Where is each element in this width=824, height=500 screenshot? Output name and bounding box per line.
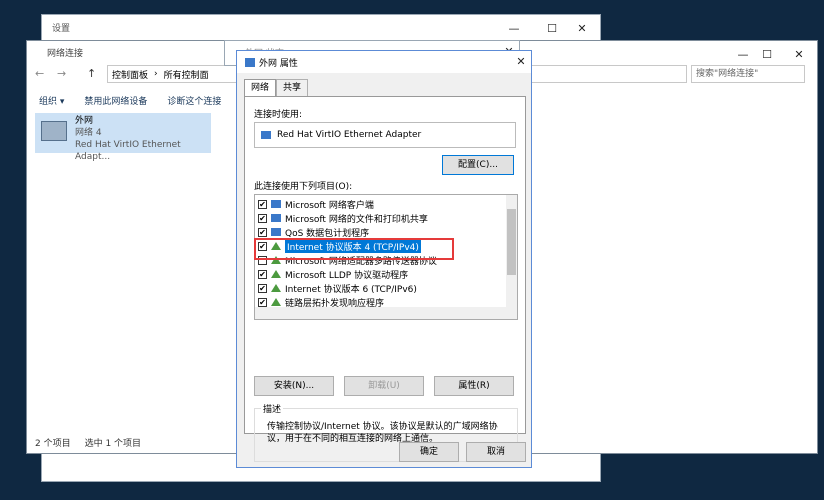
scrollbar-thumb[interactable] xyxy=(507,209,516,275)
client-icon xyxy=(271,200,281,208)
checkbox[interactable]: ✔ xyxy=(258,227,267,237)
uninstall-button[interactable]: 卸载(U) xyxy=(344,376,424,396)
list-item[interactable]: ✔ Microsoft 网络的文件和打印机共享 xyxy=(258,211,428,225)
checkbox[interactable]: ✔ xyxy=(258,213,267,223)
disable-device-button[interactable]: 禁用此网络设备 xyxy=(84,94,147,107)
list-item[interactable]: ✔ Internet 协议版本 6 (TCP/IPv6) xyxy=(258,281,417,295)
netconn-title: 网络连接 xyxy=(47,49,84,59)
dialog-title: 外网 属性 xyxy=(259,58,298,69)
item-label: Microsoft 网络的文件和打印机共享 xyxy=(285,214,428,225)
item-label: Internet 协议版本 6 (TCP/IPv6) xyxy=(285,284,417,295)
file-share-icon xyxy=(271,214,281,222)
network-adapter-icon xyxy=(41,121,67,141)
list-item[interactable]: ✔ Microsoft LLDP 协议驱动程序 xyxy=(258,267,408,281)
status-bar: 2 个项目 选中 1 个项目 xyxy=(35,436,141,449)
checkbox[interactable]: ✔ xyxy=(258,283,267,293)
item-label: Microsoft LLDP 协议驱动程序 xyxy=(285,270,409,281)
properties-button[interactable]: 属性(R) xyxy=(434,376,514,396)
adapter-box: Red Hat VirtIO Ethernet Adapter xyxy=(254,122,516,148)
dialog-titlebar: 外网 属性 ✕ xyxy=(237,51,531,73)
settings-title: 设置 xyxy=(52,24,71,34)
tab-sharing[interactable]: 共享 xyxy=(276,79,309,97)
dialog-close-button[interactable]: ✕ xyxy=(501,51,541,73)
checkbox[interactable]: ✔ xyxy=(258,199,267,209)
list-item[interactable]: ✔ Microsoft 网络客户端 xyxy=(258,197,374,211)
network-tab-panel: 连接时使用: Red Hat VirtIO Ethernet Adapter 配… xyxy=(244,96,526,462)
up-arrow-icon[interactable]: ↑ xyxy=(87,67,96,80)
ok-button[interactable]: 确定 xyxy=(399,442,459,462)
description-label: 描述 xyxy=(261,402,284,415)
item-count: 2 个项目 xyxy=(35,439,71,449)
connect-using-label: 连接时使用: xyxy=(254,110,303,120)
protocol-icon xyxy=(271,270,281,278)
highlight-box xyxy=(254,238,454,260)
adapter-device: Red Hat VirtIO Ethernet Adapt... xyxy=(75,140,181,162)
vertical-scrollbar[interactable] xyxy=(506,195,517,308)
items-label: 此连接使用下列项目(O): xyxy=(254,182,353,192)
back-arrow-icon[interactable]: ← xyxy=(35,67,44,80)
list-item[interactable]: ✔ QoS 数据包计划程序 xyxy=(258,225,369,239)
adapter-item[interactable]: 外网 网络 4 Red Hat VirtIO Ethernet Adapt... xyxy=(35,113,211,162)
breadcrumb-control-panel[interactable]: 控制面板 xyxy=(112,68,148,81)
breadcrumb-all-items[interactable]: 所有控制面 xyxy=(164,68,209,81)
item-label: Microsoft 网络客户端 xyxy=(285,200,374,211)
adapter-name: 外网 xyxy=(75,116,94,126)
adapter-icon xyxy=(261,131,271,139)
configure-button[interactable]: 配置(C)... xyxy=(442,155,514,175)
selected-count: 选中 1 个项目 xyxy=(84,439,142,449)
settings-close-button[interactable]: ✕ xyxy=(562,15,602,43)
install-button[interactable]: 安装(N)... xyxy=(254,376,334,396)
forward-arrow-icon[interactable]: → xyxy=(57,67,66,80)
adapter-name-text: Red Hat VirtIO Ethernet Adapter xyxy=(277,130,422,140)
protocol-icon xyxy=(271,298,281,306)
horizontal-scrollbar[interactable] xyxy=(255,307,517,319)
protocol-icon xyxy=(271,284,281,292)
cancel-button[interactable]: 取消 xyxy=(466,442,526,462)
checkbox[interactable]: ✔ xyxy=(258,297,267,307)
dialog-tabs: 网络 共享 xyxy=(244,79,309,97)
adapter-status: 网络 4 xyxy=(75,128,102,138)
item-label: QoS 数据包计划程序 xyxy=(285,228,370,239)
qos-icon xyxy=(271,228,281,236)
network-icon xyxy=(245,57,255,67)
organize-button[interactable]: 组织 ▾ xyxy=(39,94,64,107)
breadcrumb-separator-icon: › xyxy=(154,69,158,79)
diagnose-button[interactable]: 诊断这个连接 xyxy=(167,94,221,107)
settings-minimize-button[interactable]: — xyxy=(494,15,534,43)
search-input[interactable]: 搜索"网络连接" xyxy=(691,65,805,83)
tab-network[interactable]: 网络 xyxy=(244,79,277,97)
checkbox[interactable]: ✔ xyxy=(258,269,267,279)
